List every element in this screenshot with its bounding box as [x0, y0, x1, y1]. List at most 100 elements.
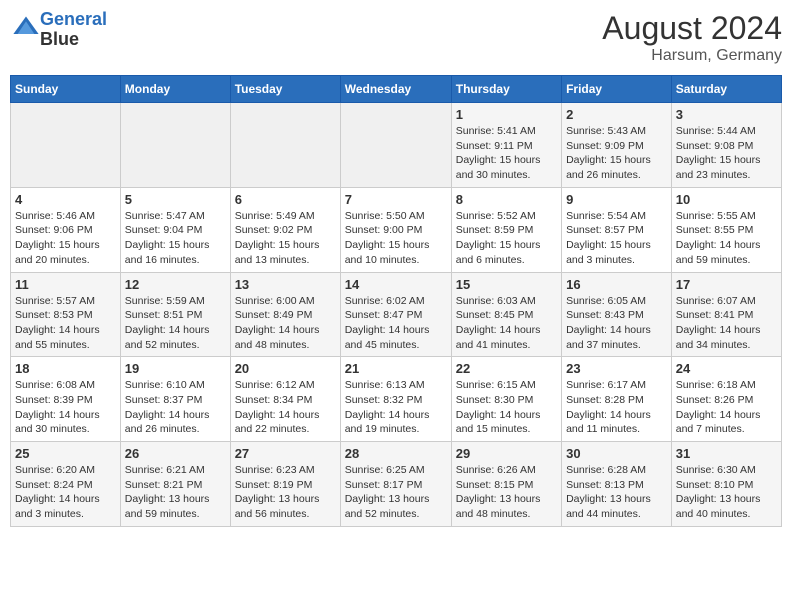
calendar-cell: 14 Sunrise: 6:02 AM Sunset: 8:47 PM Dayli… — [340, 272, 451, 357]
day-number: 20 — [235, 361, 336, 376]
day-number: 1 — [456, 107, 557, 122]
day-info: Sunrise: 5:43 AM Sunset: 9:09 PM Dayligh… — [566, 124, 667, 183]
calendar-cell: 22 Sunrise: 6:15 AM Sunset: 8:30 PM Dayli… — [451, 357, 561, 442]
header-wednesday: Wednesday — [340, 76, 451, 103]
calendar-cell: 16 Sunrise: 6:05 AM Sunset: 8:43 PM Dayli… — [562, 272, 672, 357]
day-info: Sunrise: 6:02 AM Sunset: 8:47 PM Dayligh… — [345, 294, 447, 353]
calendar-cell — [11, 103, 121, 188]
day-number: 24 — [676, 361, 777, 376]
day-number: 14 — [345, 277, 447, 292]
day-info: Sunrise: 5:55 AM Sunset: 8:55 PM Dayligh… — [676, 209, 777, 268]
day-number: 9 — [566, 192, 667, 207]
logo-icon — [12, 13, 40, 41]
day-number: 11 — [15, 277, 116, 292]
calendar-week-4: 25 Sunrise: 6:20 AM Sunset: 8:24 PM Dayli… — [11, 442, 782, 527]
header-saturday: Saturday — [671, 76, 781, 103]
day-number: 13 — [235, 277, 336, 292]
day-number: 31 — [676, 446, 777, 461]
calendar-cell — [340, 103, 451, 188]
day-info: Sunrise: 6:20 AM Sunset: 8:24 PM Dayligh… — [15, 463, 116, 522]
day-info: Sunrise: 6:30 AM Sunset: 8:10 PM Dayligh… — [676, 463, 777, 522]
calendar-cell: 20 Sunrise: 6:12 AM Sunset: 8:34 PM Dayli… — [230, 357, 340, 442]
header-monday: Monday — [120, 76, 230, 103]
calendar-cell: 3 Sunrise: 5:44 AM Sunset: 9:08 PM Daylig… — [671, 103, 781, 188]
month-year: August 2024 — [602, 10, 782, 47]
day-number: 26 — [125, 446, 226, 461]
day-info: Sunrise: 6:15 AM Sunset: 8:30 PM Dayligh… — [456, 378, 557, 437]
day-number: 6 — [235, 192, 336, 207]
day-number: 7 — [345, 192, 447, 207]
calendar-cell — [230, 103, 340, 188]
day-number: 22 — [456, 361, 557, 376]
calendar-cell: 27 Sunrise: 6:23 AM Sunset: 8:19 PM Dayli… — [230, 442, 340, 527]
day-info: Sunrise: 6:23 AM Sunset: 8:19 PM Dayligh… — [235, 463, 336, 522]
day-info: Sunrise: 5:49 AM Sunset: 9:02 PM Dayligh… — [235, 209, 336, 268]
day-info: Sunrise: 6:03 AM Sunset: 8:45 PM Dayligh… — [456, 294, 557, 353]
day-info: Sunrise: 5:59 AM Sunset: 8:51 PM Dayligh… — [125, 294, 226, 353]
calendar-cell: 6 Sunrise: 5:49 AM Sunset: 9:02 PM Daylig… — [230, 187, 340, 272]
day-info: Sunrise: 5:41 AM Sunset: 9:11 PM Dayligh… — [456, 124, 557, 183]
header-sunday: Sunday — [11, 76, 121, 103]
calendar-header-row: SundayMondayTuesdayWednesdayThursdayFrid… — [11, 76, 782, 103]
day-info: Sunrise: 6:08 AM Sunset: 8:39 PM Dayligh… — [15, 378, 116, 437]
calendar-cell: 5Sunrise: 5:47 AM Sunset: 9:04 PM Daylig… — [120, 187, 230, 272]
calendar-cell: 25 Sunrise: 6:20 AM Sunset: 8:24 PM Dayli… — [11, 442, 121, 527]
day-number: 15 — [456, 277, 557, 292]
day-info: Sunrise: 6:21 AM Sunset: 8:21 PM Dayligh… — [125, 463, 226, 522]
title-area: August 2024 Harsum, Germany — [602, 10, 782, 65]
day-info: Sunrise: 6:13 AM Sunset: 8:32 PM Dayligh… — [345, 378, 447, 437]
calendar-cell: 17 Sunrise: 6:07 AM Sunset: 8:41 PM Dayli… — [671, 272, 781, 357]
day-number: 8 — [456, 192, 557, 207]
day-info: Sunrise: 6:18 AM Sunset: 8:26 PM Dayligh… — [676, 378, 777, 437]
day-info: Sunrise: 6:05 AM Sunset: 8:43 PM Dayligh… — [566, 294, 667, 353]
day-info: Sunrise: 5:44 AM Sunset: 9:08 PM Dayligh… — [676, 124, 777, 183]
calendar-cell: 4Sunrise: 5:46 AM Sunset: 9:06 PM Daylig… — [11, 187, 121, 272]
calendar-week-3: 18 Sunrise: 6:08 AM Sunset: 8:39 PM Dayli… — [11, 357, 782, 442]
day-info: Sunrise: 6:17 AM Sunset: 8:28 PM Dayligh… — [566, 378, 667, 437]
calendar-cell: 28Sunrise: 6:25 AM Sunset: 8:17 PM Dayli… — [340, 442, 451, 527]
day-number: 23 — [566, 361, 667, 376]
day-number: 21 — [345, 361, 447, 376]
calendar-cell: 21 Sunrise: 6:13 AM Sunset: 8:32 PM Dayli… — [340, 357, 451, 442]
day-number: 28 — [345, 446, 447, 461]
calendar-cell: 10 Sunrise: 5:55 AM Sunset: 8:55 PM Dayli… — [671, 187, 781, 272]
day-info: Sunrise: 6:00 AM Sunset: 8:49 PM Dayligh… — [235, 294, 336, 353]
calendar-cell: 18 Sunrise: 6:08 AM Sunset: 8:39 PM Dayli… — [11, 357, 121, 442]
day-number: 2 — [566, 107, 667, 122]
calendar-cell: 2 Sunrise: 5:43 AM Sunset: 9:09 PM Daylig… — [562, 103, 672, 188]
day-info: Sunrise: 6:28 AM Sunset: 8:13 PM Dayligh… — [566, 463, 667, 522]
calendar-cell: 26 Sunrise: 6:21 AM Sunset: 8:21 PM Dayli… — [120, 442, 230, 527]
calendar-cell: 1 Sunrise: 5:41 AM Sunset: 9:11 PM Daylig… — [451, 103, 561, 188]
day-info: Sunrise: 5:52 AM Sunset: 8:59 PM Dayligh… — [456, 209, 557, 268]
day-number: 16 — [566, 277, 667, 292]
day-number: 5 — [125, 192, 226, 207]
calendar-cell: 9Sunrise: 5:54 AM Sunset: 8:57 PM Daylig… — [562, 187, 672, 272]
calendar-cell: 24 Sunrise: 6:18 AM Sunset: 8:26 PM Dayli… — [671, 357, 781, 442]
day-number: 30 — [566, 446, 667, 461]
day-number: 27 — [235, 446, 336, 461]
day-info: Sunrise: 6:26 AM Sunset: 8:15 PM Dayligh… — [456, 463, 557, 522]
page-header: GeneralBlue August 2024 Harsum, Germany — [10, 10, 782, 65]
calendar-cell: 15 Sunrise: 6:03 AM Sunset: 8:45 PM Dayli… — [451, 272, 561, 357]
header-tuesday: Tuesday — [230, 76, 340, 103]
day-number: 25 — [15, 446, 116, 461]
calendar-cell: 31 Sunrise: 6:30 AM Sunset: 8:10 PM Dayli… — [671, 442, 781, 527]
day-number: 17 — [676, 277, 777, 292]
day-number: 12 — [125, 277, 226, 292]
day-number: 3 — [676, 107, 777, 122]
calendar-cell: 30 Sunrise: 6:28 AM Sunset: 8:13 PM Dayli… — [562, 442, 672, 527]
calendar-cell: 8 Sunrise: 5:52 AM Sunset: 8:59 PM Daylig… — [451, 187, 561, 272]
calendar-week-0: 1 Sunrise: 5:41 AM Sunset: 9:11 PM Daylig… — [11, 103, 782, 188]
day-info: Sunrise: 6:10 AM Sunset: 8:37 PM Dayligh… — [125, 378, 226, 437]
day-info: Sunrise: 6:07 AM Sunset: 8:41 PM Dayligh… — [676, 294, 777, 353]
logo-text: GeneralBlue — [40, 10, 107, 50]
day-info: Sunrise: 6:12 AM Sunset: 8:34 PM Dayligh… — [235, 378, 336, 437]
day-number: 4 — [15, 192, 116, 207]
day-number: 19 — [125, 361, 226, 376]
day-number: 18 — [15, 361, 116, 376]
logo: GeneralBlue — [10, 10, 107, 50]
calendar-cell: 13 Sunrise: 6:00 AM Sunset: 8:49 PM Dayli… — [230, 272, 340, 357]
calendar-cell: 23 Sunrise: 6:17 AM Sunset: 8:28 PM Dayli… — [562, 357, 672, 442]
day-number: 10 — [676, 192, 777, 207]
calendar-cell: 7Sunrise: 5:50 AM Sunset: 9:00 PM Daylig… — [340, 187, 451, 272]
